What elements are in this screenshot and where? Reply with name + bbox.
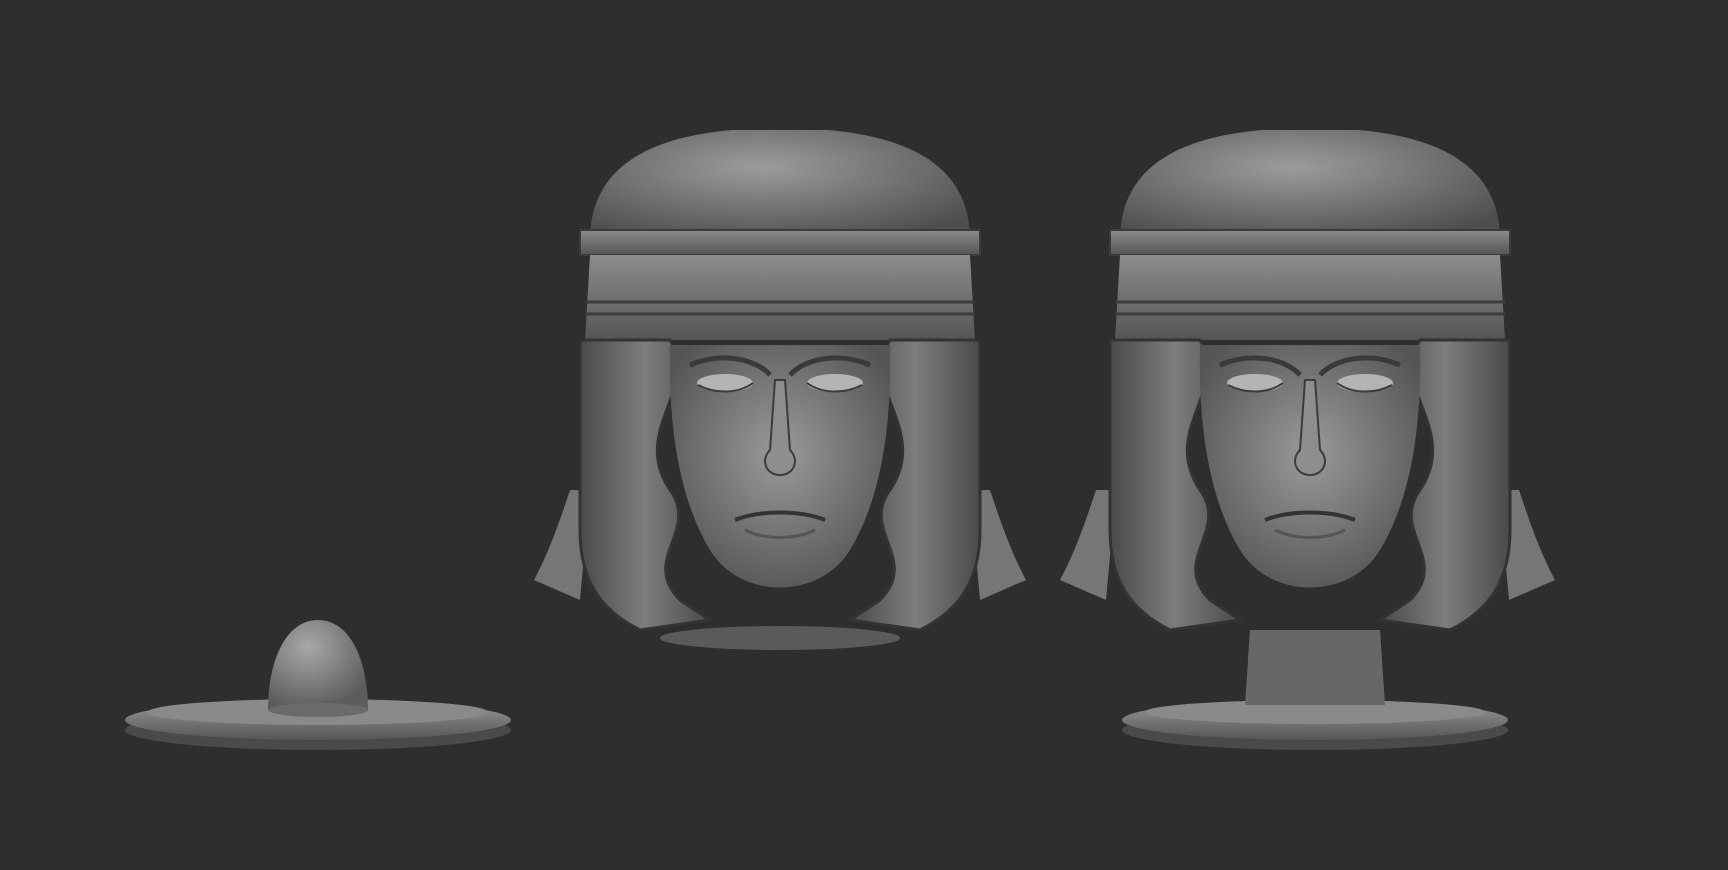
base-peg-shape: [125, 620, 511, 750]
helmet-bust-model[interactable]: [520, 130, 1040, 730]
base-peg-model[interactable]: [118, 610, 518, 760]
helmet-bust-shape: [534, 130, 1026, 650]
sculpt-viewport[interactable]: [0, 0, 1728, 870]
helmet-bust-on-base-model[interactable]: [1050, 130, 1570, 760]
helmet-bust-on-base-shape: [1060, 130, 1555, 750]
